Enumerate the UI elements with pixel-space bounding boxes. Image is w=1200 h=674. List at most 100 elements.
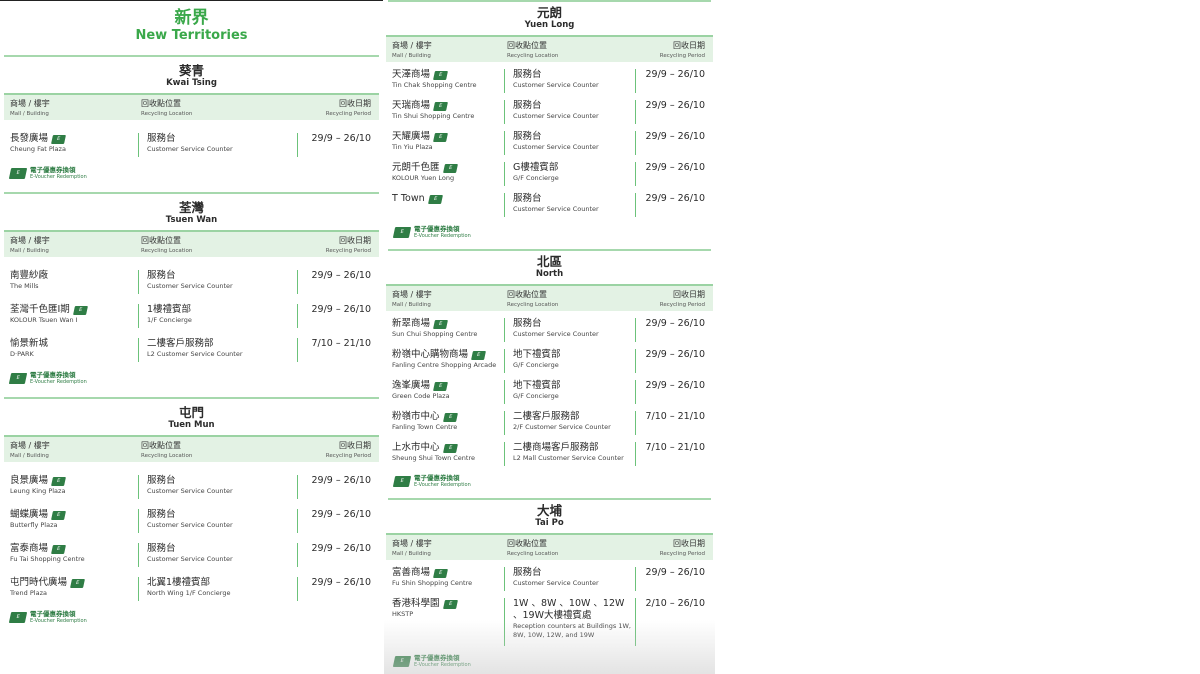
district-heading: 屯門 Tuen Mun — [0, 399, 383, 431]
location-en: Customer Service Counter — [147, 487, 233, 495]
mall-cell: 粉嶺市中心 E Fanling Town Centre — [392, 411, 504, 435]
e-voucher-icon: E — [433, 102, 448, 111]
e-voucher-legend-text: 電子優惠券換領 E-Voucher Redemption — [414, 654, 471, 668]
location-zh: 服務台 — [513, 567, 542, 578]
mall-name-zh: 粉嶺中心購物商場 E — [392, 349, 504, 361]
e-voucher-legend-en: E-Voucher Redemption — [414, 482, 471, 488]
header-period-en: Recycling Period — [325, 248, 371, 254]
e-voucher-legend-en: E-Voucher Redemption — [30, 174, 87, 180]
recycling-period: 29/9 – 26/10 — [645, 100, 705, 111]
table-header: 商場 / 樓宇 Mall / Building 回收點位置 Recycling Loc… — [4, 93, 379, 120]
table-row: 富泰商場 E Fu Tai Shopping Centre 服務台 Customer S… — [4, 543, 379, 567]
mall-name-zh-text: 上水市中心 — [392, 442, 440, 453]
location-cell: 服務台 Customer Service Counter — [504, 193, 635, 217]
location-en: Customer Service Counter — [513, 205, 599, 213]
mall-name-zh-text: T Town — [392, 193, 425, 204]
mall-name-zh-text: 元朗千色匯 — [392, 162, 440, 173]
mall-name-zh: 天澤商場 E — [392, 69, 504, 81]
e-voucher-icon: E — [442, 600, 458, 609]
recycling-period: 29/9 – 26/10 — [645, 193, 705, 204]
location-zh: 二樓客戶服務部 — [513, 411, 580, 422]
mall-cell: 富善商場 E Fu Shin Shopping Centre — [392, 567, 504, 591]
location-cell: 服務台 Customer Service Counter — [138, 133, 297, 157]
header-location-zh: 回收點位置 — [507, 290, 547, 299]
header-mall: 商場 / 樓宇 Mall / Building — [10, 440, 138, 462]
period-cell: 29/9 – 26/10 — [635, 100, 707, 124]
location-cell: 服務台 Customer Service Counter — [504, 69, 635, 93]
district-section: 北區 North 商場 / 樓宇 Mall / Building 回收點位置 Recycl… — [384, 249, 715, 488]
header-period-zh: 回收日期 — [673, 290, 705, 299]
location-en: Customer Service Counter — [147, 521, 233, 529]
period-cell: 29/9 – 26/10 — [635, 567, 707, 591]
recycling-period: 2/10 – 26/10 — [645, 598, 705, 609]
mall-name-en: Sheung Shui Town Centre — [392, 454, 475, 462]
header-period-zh: 回收日期 — [673, 539, 705, 548]
recycling-period: 29/9 – 26/10 — [311, 543, 371, 554]
district-heading: 元朗 Yuen Long — [384, 2, 715, 31]
district-name-en: Tuen Mun — [168, 420, 215, 430]
e-voucher-legend-icon: E — [392, 475, 412, 487]
table-row: T Town E 服務台 Customer Service Counter 29/9 –… — [386, 193, 713, 217]
e-voucher-legend-icon: E — [392, 655, 412, 667]
header-period-en: Recycling Period — [659, 551, 705, 557]
e-voucher-icon: E — [433, 569, 448, 578]
mall-name-en: Tin Shui Shopping Centre — [392, 112, 475, 120]
mall-name-zh: 蝴蝶廣場 E — [10, 509, 138, 521]
recycling-period: 29/9 – 26/10 — [311, 475, 371, 486]
table-row: 屯門時代廣場 E Trend Plaza 北翼1樓禮賓部 North Wing 1/F … — [4, 577, 379, 601]
mall-name-en: Fanling Centre Shopping Arcade — [392, 361, 497, 369]
district-heading: 荃灣 Tsuen Wan — [0, 194, 383, 226]
location-zh: 服務台 — [513, 193, 542, 204]
page-title-en: New Territories — [135, 28, 248, 43]
e-voucher-icon: E — [442, 413, 458, 422]
mall-cell: 荃灣千色匯I期 E KOLOUR Tsuen Wan I — [10, 304, 138, 328]
e-voucher-legend: E 電子優惠券換領 E-Voucher Redemption — [8, 371, 373, 385]
district-name-en: North — [535, 269, 564, 279]
header-location-en: Recycling Location — [507, 302, 559, 308]
location-en: North Wing 1/F Concierge — [147, 589, 231, 597]
district-heading: 北區 North — [384, 251, 715, 280]
header-period-en: Recycling Period — [325, 111, 371, 117]
header-mall: 商場 / 樓宇 Mall / Building — [392, 538, 504, 560]
header-mall: 商場 / 樓宇 Mall / Building — [10, 235, 138, 257]
e-voucher-icon: E — [433, 133, 448, 142]
location-en: 1/F Concierge — [147, 316, 192, 324]
recycling-period: 29/9 – 26/10 — [311, 270, 371, 281]
recycling-period: 29/9 – 26/10 — [645, 162, 705, 173]
location-zh: 服務台 — [513, 318, 542, 329]
table-row: 愉景新城 D·PARK 二樓客戶服務部 L2 Customer Service Cou… — [4, 338, 379, 362]
mall-name-zh: 長發廣場 E — [10, 133, 138, 145]
mall-name-zh: 上水市中心 E — [392, 442, 504, 454]
mall-name-zh: T Town E — [392, 193, 504, 205]
period-cell: 7/10 – 21/10 — [635, 442, 707, 466]
mall-cell: 富泰商場 E Fu Tai Shopping Centre — [10, 543, 138, 567]
mall-name-en: Green Code Plaza — [392, 392, 450, 400]
location-zh: 服務台 — [513, 100, 542, 111]
e-voucher-legend-icon: E — [8, 611, 28, 623]
location-cell: 1樓禮賓部 1/F Concierge — [138, 304, 297, 328]
e-voucher-legend-en: E-Voucher Redemption — [414, 662, 471, 668]
district-section: 大埔 Tai Po 商場 / 樓宇 Mall / Building 回收點位置 Recyc… — [384, 498, 715, 668]
e-voucher-legend-text: 電子優惠券換領 E-Voucher Redemption — [30, 610, 87, 624]
mall-name-en: D·PARK — [10, 350, 34, 358]
location-zh: 地下禮賓部 — [513, 380, 561, 391]
mall-name-zh: 富泰商場 E — [10, 543, 138, 555]
e-voucher-icon: E — [51, 135, 66, 144]
header-location: 回收點位置 Recycling Location — [138, 235, 297, 257]
location-en: Customer Service Counter — [147, 145, 233, 153]
mall-cell: T Town E — [392, 193, 504, 217]
location-cell: 地下禮賓部 G/F Concierge — [504, 380, 635, 404]
e-voucher-icon: E — [433, 320, 448, 329]
recycling-period: 29/9 – 26/10 — [645, 380, 705, 391]
table-row: 南豐紗廠 The Mills 服務台 Customer Service Counter… — [4, 270, 379, 294]
left-page: 新界 New Territories 葵青 Kwai Tsing 商場 / 樓宇 Ma… — [0, 0, 383, 674]
header-location-en: Recycling Location — [141, 111, 193, 117]
e-voucher-legend-zh: 電子優惠券換領 — [30, 610, 76, 618]
table-row: 逸峯廣場 E Green Code Plaza 地下禮賓部 G/F Concierge 2… — [386, 380, 713, 404]
district-section: 葵青 Kwai Tsing 商場 / 樓宇 Mall / Building 回收點位置 R… — [0, 55, 383, 180]
location-en: L2 Mall Customer Service Counter — [513, 454, 624, 462]
district-name-en: Yuen Long — [524, 20, 575, 30]
period-cell: 7/10 – 21/10 — [297, 338, 373, 362]
e-voucher-icon: E — [70, 579, 85, 588]
location-cell: 服務台 Customer Service Counter — [138, 543, 297, 567]
